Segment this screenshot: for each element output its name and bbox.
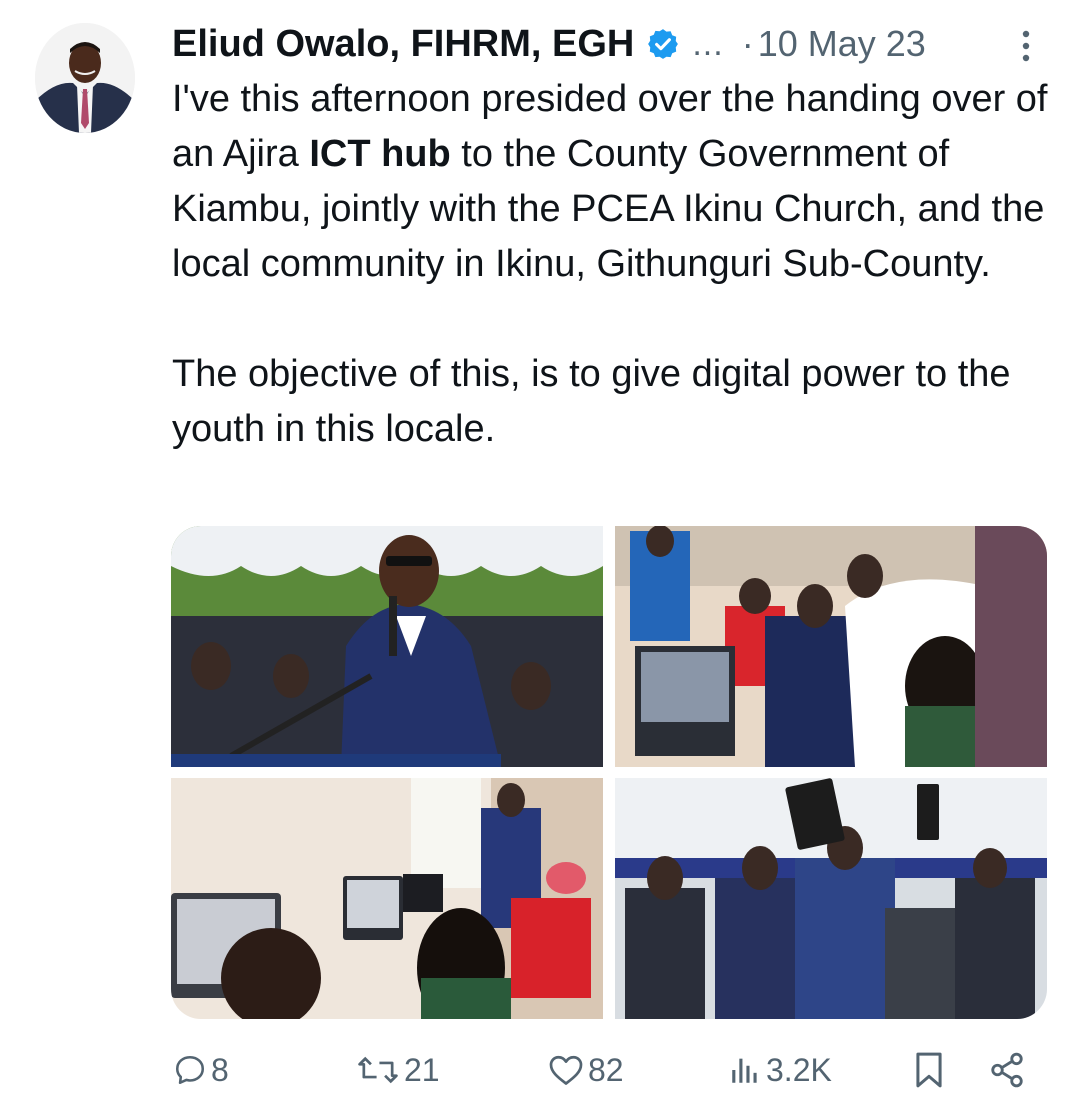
retweet-count: 21 [404, 1051, 440, 1088]
bookmark-icon [912, 1051, 946, 1089]
bookmark-button[interactable] [912, 1040, 946, 1100]
photo-group-holding-certificates[interactable] [615, 778, 1047, 1019]
name-truncation: ... [692, 24, 724, 63]
tweet-date[interactable]: 10 May 23 [758, 23, 926, 65]
media-grid [171, 526, 1047, 1019]
author-avatar[interactable] [35, 23, 135, 133]
separator-dot: · [741, 23, 754, 64]
bold-phrase: ICT hub [309, 133, 451, 175]
reply-button[interactable]: 8 [173, 1040, 229, 1100]
retweet-button[interactable]: 21 [356, 1040, 440, 1100]
tweet-paragraph-2: The objective of this, is to give digita… [172, 353, 1011, 450]
tweet-action-bar: 8 21 82 3.2K [0, 1040, 1080, 1100]
heart-icon [548, 1053, 584, 1087]
author-name[interactable]: Eliud Owalo, FIHRM, EGH [172, 23, 634, 66]
verified-badge-icon [646, 27, 680, 61]
tweet-header: Eliud Owalo, FIHRM, EGH ... · 10 May 23 [172, 18, 926, 70]
like-count: 82 [588, 1051, 624, 1088]
photo-speaker-at-podium[interactable] [171, 526, 603, 767]
retweet-icon [356, 1053, 400, 1087]
reply-count: 8 [211, 1051, 229, 1088]
tweet-paragraph-1: I've this afternoon presided over the ha… [172, 78, 1048, 285]
like-button[interactable]: 82 [548, 1040, 624, 1100]
views-count: 3.2K [766, 1051, 832, 1088]
views-button[interactable]: 3.2K [728, 1040, 832, 1100]
reply-icon [173, 1053, 207, 1087]
photo-computer-demo-group[interactable] [615, 526, 1047, 767]
more-options-icon[interactable] [1014, 26, 1038, 66]
bar-chart-icon [728, 1053, 762, 1087]
tweet-text: I've this afternoon presided over the ha… [172, 72, 1062, 457]
photo-computer-lab[interactable] [171, 778, 603, 1019]
share-icon [988, 1051, 1026, 1089]
share-button[interactable] [988, 1040, 1026, 1100]
